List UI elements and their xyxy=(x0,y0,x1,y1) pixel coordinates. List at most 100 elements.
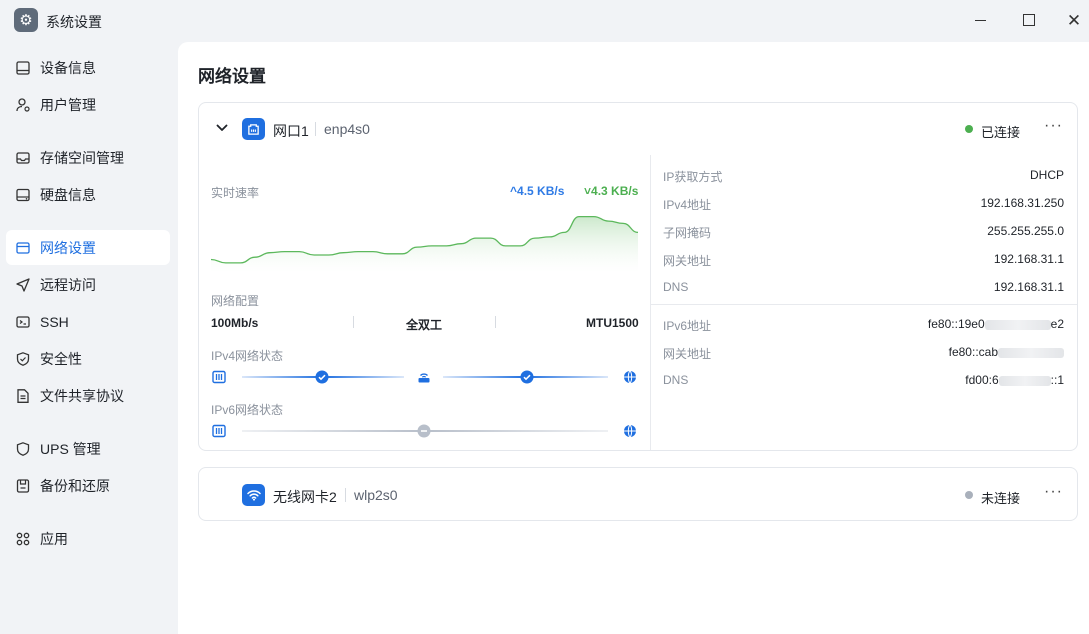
interface-name: 网口1 xyxy=(273,123,309,139)
disconnected-icon xyxy=(417,424,431,438)
duplex-mode: 全双工 xyxy=(406,318,443,332)
sidebar-item-security[interactable]: 安全性 xyxy=(6,341,170,376)
device-icon xyxy=(212,424,226,438)
ipv4-addr-value: 192.168.31.250 xyxy=(980,196,1064,210)
sidebar-item-remote[interactable]: 远程访问 xyxy=(6,267,170,302)
speed-chart xyxy=(211,215,638,273)
globe-icon xyxy=(624,370,636,384)
sidebar-item-network[interactable]: 网络设置 xyxy=(6,230,170,265)
network-icon xyxy=(15,240,31,256)
upload-speed: ^4.5 KB/s xyxy=(510,184,565,198)
sidebar-item-label: UPS 管理 xyxy=(40,440,101,457)
sidebar-item-label: 备份和还原 xyxy=(40,477,110,494)
send-icon xyxy=(15,277,31,293)
ip-method-value: DHCP xyxy=(1029,168,1064,182)
terminal-icon xyxy=(15,314,31,330)
globe-icon xyxy=(624,424,636,438)
status-dot xyxy=(965,491,973,499)
status-badge: 未连接 xyxy=(981,491,1021,506)
interface-header[interactable]: 网口1 enp4s0 已连接 ··· xyxy=(199,103,1077,155)
apps-icon xyxy=(15,531,31,547)
maximize-button[interactable] xyxy=(1019,10,1039,30)
device-icon xyxy=(212,370,226,384)
download-speed: ˅4.3 KB/s xyxy=(584,184,639,198)
ip-info-panel: IP获取方式 DHCP IPv4地址 192.168.31.250 子网掩码 2… xyxy=(650,155,1077,450)
more-icon[interactable]: ··· xyxy=(1044,117,1063,135)
ipv6-addr-suffix: e2 xyxy=(1050,317,1064,331)
page-title: 网络设置 xyxy=(198,67,266,86)
check-icon xyxy=(520,370,534,384)
shield-icon xyxy=(15,351,31,367)
link-speed: 100Mb/s xyxy=(211,316,259,330)
divider xyxy=(353,316,354,328)
ipv4-addr-label: IPv4地址 xyxy=(663,198,712,212)
file-icon xyxy=(15,388,31,404)
interface-name: 无线网卡2 xyxy=(273,489,337,505)
sidebar-item-file-sharing[interactable]: 文件共享协议 xyxy=(6,378,170,413)
close-button[interactable]: ✕ xyxy=(1064,10,1084,30)
minimize-button[interactable] xyxy=(970,10,990,30)
ipv6-addr-prefix: fe80::19e0 xyxy=(927,317,985,331)
sidebar-item-disk[interactable]: 硬盘信息 xyxy=(6,177,170,212)
sidebar-item-label: 应用 xyxy=(40,530,68,547)
redacted-blur xyxy=(998,347,1064,358)
sidebar-item-users[interactable]: 用户管理 xyxy=(6,87,170,122)
divider xyxy=(495,316,496,328)
sidebar-item-label: 远程访问 xyxy=(40,276,96,293)
ipv6-gateway-value: fe80::cab xyxy=(949,345,1064,359)
traffic-panel: 实时速率 ^4.5 KB/s ˅4.3 KB/s 网络配置 100Mb/s 全双… xyxy=(199,155,650,450)
divider xyxy=(345,488,346,502)
sidebar-item-label: 用户管理 xyxy=(40,96,96,113)
sidebar-item-label: SSH xyxy=(40,313,69,330)
subnet-mask-value: 255.255.255.0 xyxy=(987,224,1064,238)
dns-value: 192.168.31.1 xyxy=(993,280,1064,294)
interface-device: enp4s0 xyxy=(324,121,370,137)
dns-label: DNS xyxy=(663,280,689,294)
ethernet-port-icon xyxy=(242,118,265,140)
sidebar-item-storage[interactable]: 存储空间管理 xyxy=(6,140,170,175)
ipv4-state-label: IPv4网络状态 xyxy=(211,349,284,363)
wifi-icon xyxy=(242,484,265,506)
interface-card-ethernet: 网口1 enp4s0 已连接 ··· 实时速率 ^4.5 KB/s ˅4.3 K… xyxy=(198,102,1078,451)
ipv6-addr-label: IPv6地址 xyxy=(663,319,712,333)
sidebar-item-label: 硬盘信息 xyxy=(40,186,96,203)
router-icon xyxy=(418,373,430,383)
mtu-value: MTU1500 xyxy=(586,316,639,330)
sidebar-item-ups[interactable]: UPS 管理 xyxy=(6,431,170,466)
upload-value: 4.5 KB/s xyxy=(517,184,565,198)
sidebar-item-label: 存储空间管理 xyxy=(40,149,124,166)
sidebar-item-label: 文件共享协议 xyxy=(40,387,124,404)
chevron-down-icon[interactable] xyxy=(215,121,229,135)
sidebar-item-apps[interactable]: 应用 xyxy=(6,521,170,556)
ipv6-gateway-prefix: fe80::cab xyxy=(948,345,998,359)
interface-card-wireless[interactable]: 无线网卡2 wlp2s0 未连接 ··· xyxy=(198,467,1078,521)
more-icon[interactable]: ··· xyxy=(1044,483,1063,501)
sidebar-item-backup[interactable]: 备份和还原 xyxy=(6,468,170,503)
subnet-mask-label: 子网掩码 xyxy=(663,226,712,240)
storage-icon xyxy=(15,150,31,166)
gateway-label: 网关地址 xyxy=(663,254,712,268)
gear-icon: ⚙ xyxy=(14,8,38,32)
sidebar-item-label: 安全性 xyxy=(40,350,82,367)
ipv6-dns-suffix: ::1 xyxy=(1050,373,1064,387)
ipv6-gateway-label: 网关地址 xyxy=(663,347,712,361)
status-dot xyxy=(965,125,973,133)
ups-shield-icon xyxy=(15,441,31,457)
window-title: 系统设置 xyxy=(46,14,102,30)
divider xyxy=(651,304,1077,305)
sidebar-item-ssh[interactable]: SSH xyxy=(6,304,170,339)
sidebar-item-label: 设备信息 xyxy=(40,59,96,76)
device-icon xyxy=(15,60,31,76)
ipv6-dns-value: fd00:6::1 xyxy=(965,373,1064,387)
check-icon xyxy=(315,370,329,384)
ipv6-dns-label: DNS xyxy=(663,373,689,387)
gateway-value: 192.168.31.1 xyxy=(993,252,1064,266)
status-badge: 已连接 xyxy=(981,125,1021,140)
ipv6-dns-prefix: fd00:6 xyxy=(965,373,999,387)
interface-header[interactable]: 无线网卡2 wlp2s0 未连接 ··· xyxy=(199,468,1077,520)
divider xyxy=(315,122,316,136)
sidebar-item-device-info[interactable]: 设备信息 xyxy=(6,50,170,85)
user-icon xyxy=(15,97,31,113)
interface-device: wlp2s0 xyxy=(354,487,398,503)
sidebar-item-label: 网络设置 xyxy=(40,239,96,256)
